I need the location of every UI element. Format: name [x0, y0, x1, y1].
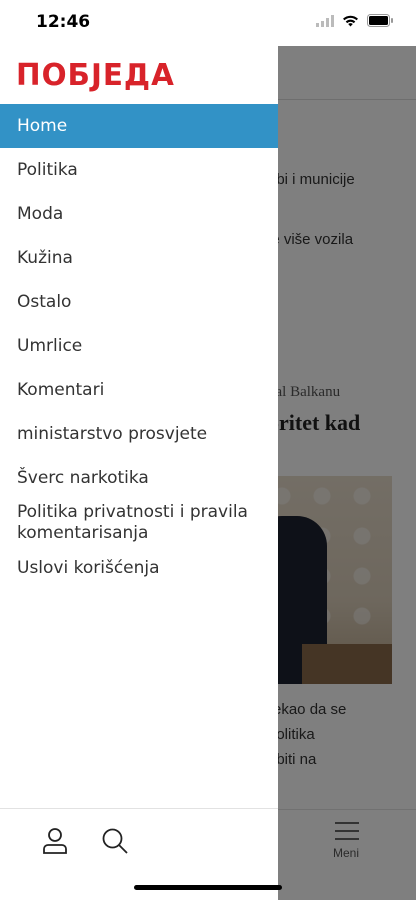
- status-icons: [316, 14, 394, 32]
- home-indicator[interactable]: [134, 885, 282, 890]
- drawer-backdrop[interactable]: [278, 46, 416, 900]
- menu-item-ostalo[interactable]: Ostalo: [0, 280, 278, 324]
- search-icon[interactable]: [101, 827, 129, 860]
- signal-icon: [316, 14, 334, 32]
- menu-item-komentari[interactable]: Komentari: [0, 368, 278, 412]
- menu-item-kuzina[interactable]: Kužina: [0, 236, 278, 280]
- menu-item-moda[interactable]: Moda: [0, 192, 278, 236]
- menu-item-ministarstvo-prosvjete[interactable]: ministarstvo prosvjete: [0, 412, 278, 456]
- status-bar: 12:46: [0, 0, 416, 46]
- drawer-menu: Home Politika Moda Kužina Ostalo Umrlice…: [0, 104, 278, 590]
- menu-item-home[interactable]: Home: [0, 104, 278, 148]
- battery-icon: [367, 14, 394, 32]
- screen: 12:46 ПОБЈЕДА Home Politika Moda Kužina …: [0, 0, 416, 900]
- side-drawer: ПОБЈЕДА Home Politika Moda Kužina Ostalo…: [0, 0, 278, 900]
- status-time: 12:46: [36, 12, 91, 32]
- wifi-icon: [342, 14, 359, 32]
- menu-item-sverc-narkotika[interactable]: Šverc narkotika: [0, 456, 278, 500]
- menu-item-umrlice[interactable]: Umrlice: [0, 324, 278, 368]
- menu-item-politika-privatnosti[interactable]: Politika privatnosti i pravila komentari…: [0, 500, 278, 546]
- menu-item-uslovi-koriscenja[interactable]: Uslovi korišćenja: [0, 546, 278, 590]
- brand-logo[interactable]: ПОБЈЕДА: [16, 58, 175, 93]
- user-icon[interactable]: [42, 827, 68, 860]
- menu-item-politika[interactable]: Politika: [0, 148, 278, 192]
